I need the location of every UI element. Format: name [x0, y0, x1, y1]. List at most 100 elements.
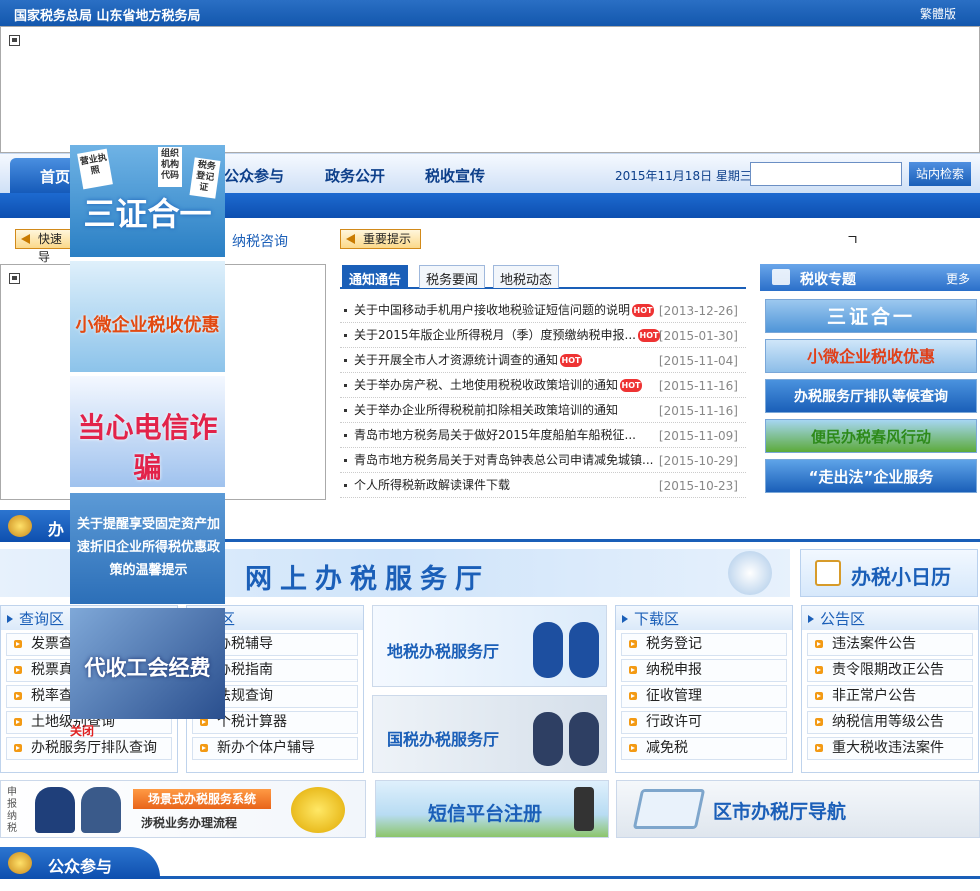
float-union-fee[interactable]: 代收工会经费	[70, 608, 225, 719]
sms-register-label: 短信平台注册	[428, 803, 543, 825]
close-float-button[interactable]: 关闭	[70, 722, 94, 739]
news-title[interactable]: 关于举办房产税、土地使用税税收政策培训的通知	[354, 378, 618, 392]
float-depreciation-notice[interactable]: 关于提醒享受固定资产加速折旧企业所得税优惠政策的温馨提示	[70, 493, 225, 604]
top-banner-frame	[0, 26, 980, 153]
scenario-service-subtitle: 涉税业务办理流程	[141, 816, 238, 830]
search-button[interactable]: 站内检索	[909, 162, 971, 186]
bullet-icon	[344, 484, 347, 487]
calendar-icon	[815, 560, 841, 586]
news-item[interactable]: 青岛市地方税务局关于做好2015年度船舶车船税征... [2015-11-09]	[340, 423, 746, 448]
district-hall-nav-label: 区市办税厅导航	[713, 801, 847, 823]
download-item[interactable]: 减免税	[621, 737, 787, 760]
hot-badge: HOT	[560, 354, 583, 367]
announcement-box: 公告区 违法案件公告 责令限期改正公告 非正常户公告 纳税信用等级公告 重大税收…	[801, 605, 979, 773]
bullet-icon	[344, 309, 347, 312]
local-tax-hall-banner[interactable]: 地税办税服务厅	[372, 605, 607, 687]
news-date: [2015-10-23]	[658, 479, 738, 493]
license-card: 组织机构代码	[158, 147, 182, 187]
download-item[interactable]: 税务登记	[621, 633, 787, 656]
nav-home[interactable]: 首页	[10, 158, 76, 194]
officer-icon	[533, 622, 563, 678]
news-item[interactable]: 个人所得税新政解读课件下载 [2015-10-23]	[340, 473, 746, 498]
sms-register-banner[interactable]: 短信平台注册	[375, 780, 609, 838]
float-telecom-fraud[interactable]: 当心电信诈骗	[70, 376, 225, 487]
nav-tax-promotion[interactable]: 税收宣传	[425, 165, 485, 186]
license-card: 营业执照	[77, 148, 113, 190]
download-item[interactable]: 纳税申报	[621, 659, 787, 682]
float-small-micro-tax[interactable]: 小微企业税收优惠	[70, 261, 225, 372]
tab-tax-news[interactable]: 税务要闻	[419, 265, 486, 288]
officer-icon	[533, 712, 563, 766]
news-item[interactable]: 青岛市地方税务局关于对青岛钟表总公司申请减免城镇... [2015-10-29]	[340, 448, 746, 473]
news-item[interactable]: 关于2015年版企业所得税月（季）度预缴纳税申报... HOT [2015-01-3…	[340, 323, 746, 348]
search-input[interactable]	[750, 162, 902, 186]
scenario-service-title: 场景式办税服务系统	[133, 789, 271, 809]
broken-image-icon	[9, 35, 20, 46]
bullet-icon	[344, 459, 347, 462]
news-title[interactable]: 关于开展全市人才资源统计调查的通知	[354, 353, 558, 367]
quick-guide-button[interactable]: 快速导	[15, 229, 73, 264]
mascot-icon	[291, 787, 345, 833]
news-title[interactable]: 青岛市地方税务局关于做好2015年度船舶车船税征...	[354, 423, 636, 448]
officer-icon	[569, 712, 599, 766]
news-item[interactable]: 关于举办房产税、土地使用税税收政策培训的通知 HOT [2015-11-16]	[340, 373, 746, 398]
nav-government-affairs[interactable]: 政务公开	[325, 165, 385, 186]
news-title[interactable]: 个人所得税新政解读课件下载	[354, 473, 510, 498]
news-date: [2015-01-30]	[658, 329, 738, 343]
announcement-item[interactable]: 非正常户公告	[807, 685, 973, 708]
news-list: 关于中国移动手机用户接收地税验证短信问题的说明 HOT [2013-12-26] 关…	[340, 298, 746, 498]
nav-public-participation[interactable]: 公众参与	[224, 165, 284, 186]
news-item[interactable]: 关于中国移动手机用户接收地税验证短信问题的说明 HOT [2013-12-26]	[340, 298, 746, 323]
news-date: [2015-11-09]	[658, 429, 738, 443]
news-date: [2015-11-16]	[658, 404, 738, 418]
banner-hall-queue[interactable]: 办税服务厅排队等候查询	[765, 379, 977, 413]
tax-consult-link[interactable]: 纳税咨询	[232, 231, 288, 251]
banner-law-service[interactable]: “走出法”企业服务	[765, 459, 977, 493]
news-item[interactable]: 关于举办企业所得税税前扣除相关政策培训的通知 [2015-11-16]	[340, 398, 746, 423]
laptop-icon	[632, 789, 706, 829]
online-hall-title: 网上办税服务厅	[245, 564, 490, 595]
announcement-item[interactable]: 纳税信用等级公告	[807, 711, 973, 734]
announcement-item[interactable]: 违法案件公告	[807, 633, 973, 656]
announcement-item[interactable]: 重大税收违法案件	[807, 737, 973, 760]
section-public-participation: 公众参与	[0, 847, 980, 879]
float-three-in-one-label: 三证合一	[83, 195, 212, 233]
top-bar: 国家税务总局 山东省地方税务局 繁體版	[0, 0, 980, 26]
news-title[interactable]: 关于中国移动手机用户接收地税验证短信问题的说明	[354, 303, 630, 317]
download-item[interactable]: 行政许可	[621, 711, 787, 734]
news-date: [2015-10-29]	[658, 454, 738, 468]
banner-small-micro-tax[interactable]: 小微企业税收优惠	[765, 339, 977, 373]
tax-calendar-banner[interactable]: 办税小日历	[800, 549, 978, 597]
guide-item[interactable]: 新办个体户辅导	[192, 737, 358, 760]
traditional-chinese-link[interactable]: 繁體版	[920, 5, 956, 22]
banner-spring-breeze[interactable]: 便民办税春风行动	[765, 419, 977, 453]
download-box: 下载区 税务登记 纳税申报 征收管理 行政许可 减免税	[615, 605, 793, 773]
query-item[interactable]: 办税服务厅排队查询	[6, 737, 172, 760]
news-title[interactable]: 关于举办企业所得税税前扣除相关政策培训的通知	[354, 398, 618, 423]
scenario-service-banner[interactable]: 申报纳税 场景式办税服务系统 涉税业务办理流程	[0, 780, 366, 838]
news-title[interactable]: 关于2015年版企业所得税月（季）度预缴纳税申报...	[354, 328, 636, 342]
news-title[interactable]: 青岛市地方税务局关于对青岛钟表总公司申请减免城镇...	[354, 448, 653, 473]
float-three-in-one[interactable]: 营业执照 组织机构代码 税务登记证 三证合一	[70, 145, 225, 257]
bullet-icon	[344, 409, 347, 412]
announcement-item[interactable]: 责令限期改正公告	[807, 659, 973, 682]
news-item[interactable]: 关于开展全市人才资源统计调查的通知 HOT [2015-11-04]	[340, 348, 746, 373]
district-hall-nav-banner[interactable]: 区市办税厅导航	[616, 780, 980, 838]
tab-local-news[interactable]: 地税动态	[493, 265, 560, 288]
hot-badge: HOT	[620, 379, 643, 392]
national-tax-hall-label: 国税办税服务厅	[387, 730, 500, 749]
news-tabs: 通知通告 税务要闻 地税动态	[340, 264, 746, 289]
special-topics-header: 税收专题 更多	[760, 264, 980, 291]
tab-notices[interactable]: 通知通告	[342, 265, 409, 288]
site-title: 国家税务总局 山东省地方税务局	[14, 9, 201, 24]
important-notice-button[interactable]: 重要提示	[340, 229, 421, 249]
download-item[interactable]: 征收管理	[621, 685, 787, 708]
special-topics-title: 税收专题	[800, 272, 856, 288]
banner-three-in-one[interactable]: 三证合一	[765, 299, 977, 333]
download-box-title: 下载区	[616, 606, 792, 630]
tax-calendar-title: 办税小日历	[851, 565, 951, 589]
national-tax-hall-banner[interactable]: 国税办税服务厅	[372, 695, 607, 773]
more-link[interactable]: 更多	[946, 270, 970, 287]
announcement-box-title: 公告区	[802, 606, 978, 630]
phone-icon	[574, 787, 594, 831]
